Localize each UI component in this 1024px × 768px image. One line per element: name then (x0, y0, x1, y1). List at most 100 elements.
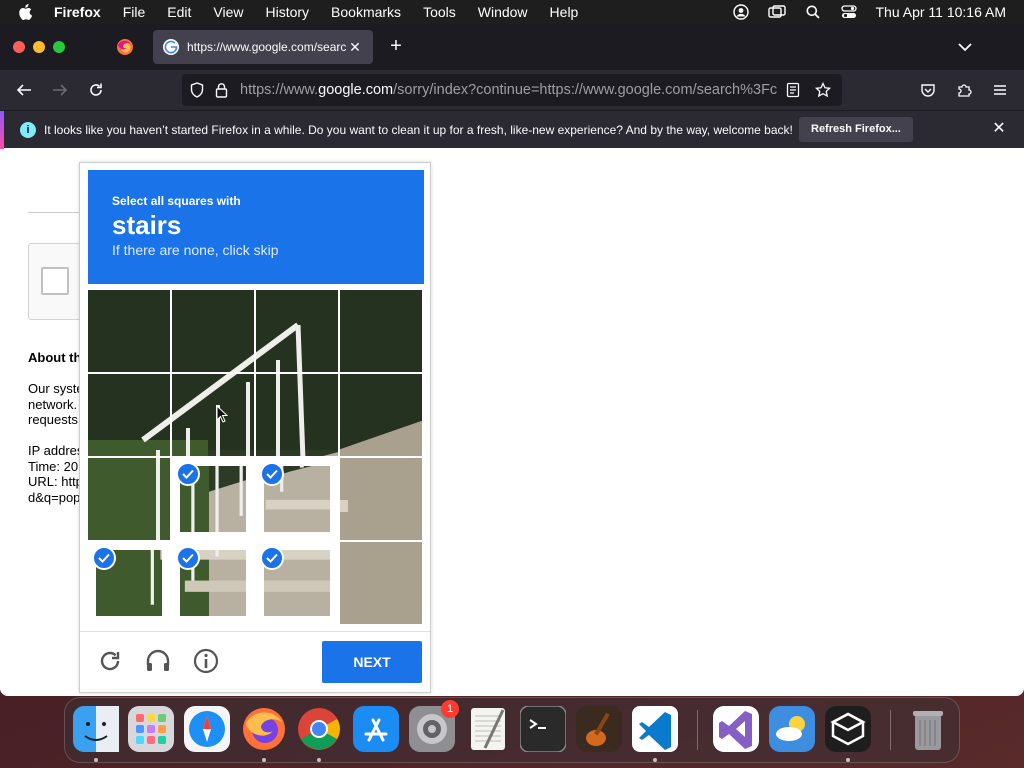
menu-bookmarks[interactable]: Bookmarks (331, 4, 401, 20)
minimize-window-button[interactable] (33, 41, 45, 53)
grid-tile[interactable] (340, 542, 422, 624)
back-button[interactable] (14, 80, 34, 100)
close-window-button[interactable] (13, 41, 25, 53)
grid-tile[interactable] (172, 374, 254, 456)
tile-image (256, 374, 338, 456)
textedit-icon[interactable] (465, 706, 511, 752)
notification-badge: 1 (441, 700, 459, 718)
terminal-icon[interactable] (520, 706, 566, 752)
grid-tile[interactable] (172, 458, 254, 540)
app-menu-hamburger-icon[interactable] (990, 80, 1010, 100)
safari-icon[interactable] (184, 706, 230, 752)
garageband-icon[interactable] (576, 706, 622, 752)
reader-view-icon[interactable] (784, 81, 802, 99)
forward-button[interactable] (50, 80, 70, 100)
tile-selected-check-icon (92, 546, 116, 570)
address-bar[interactable]: https://www.google.com/sorry/index?conti… (182, 74, 842, 106)
lock-icon[interactable] (212, 81, 230, 99)
finder-icon[interactable] (73, 706, 119, 752)
menu-app-firefox[interactable]: Firefox (54, 4, 101, 20)
bookmark-star-icon[interactable] (814, 81, 832, 99)
menu-edit[interactable]: Edit (167, 4, 191, 20)
notification-text: It looks like you haven’t started Firefo… (44, 122, 793, 137)
close-tab-icon[interactable]: ✕ (347, 39, 363, 55)
grid-tile[interactable] (172, 542, 254, 624)
tile-image (340, 542, 422, 624)
grid-tile[interactable] (256, 542, 338, 624)
challenge-instruction: Select all squares with (112, 194, 241, 208)
grid-tile[interactable] (256, 458, 338, 540)
cube-app-icon[interactable] (825, 706, 871, 752)
tile-image (340, 290, 422, 372)
menubar-clock[interactable]: Thu Apr 11 10:16 AM (876, 4, 1007, 20)
grid-tile[interactable] (172, 290, 254, 372)
grid-tile[interactable] (340, 458, 422, 540)
grid-tile[interactable] (340, 374, 422, 456)
menu-view[interactable]: View (213, 4, 243, 20)
grid-tile[interactable] (256, 290, 338, 372)
apple-menu-icon[interactable] (14, 1, 36, 23)
reload-button[interactable] (86, 80, 106, 100)
menu-tools[interactable]: Tools (423, 4, 456, 20)
grid-tile[interactable] (340, 290, 422, 372)
spotlight-search-icon[interactable] (804, 3, 822, 21)
tile-selected-check-icon (260, 462, 284, 486)
visual-studio-icon[interactable] (713, 706, 759, 752)
app-store-icon[interactable] (353, 706, 399, 752)
tab-google-search[interactable]: https://www.google.com/search? ✕ (153, 30, 373, 64)
url-path: /sorry/index?continue=https://www.google… (393, 82, 778, 98)
close-notification-icon[interactable]: ✕ (992, 121, 1006, 137)
chrome-icon[interactable] (296, 706, 342, 752)
tile-image (172, 290, 254, 372)
menu-history[interactable]: History (265, 4, 309, 20)
menu-file[interactable]: File (123, 4, 146, 20)
menu-help[interactable]: Help (550, 4, 579, 20)
google-favicon-icon (163, 39, 179, 55)
vscode-icon[interactable] (632, 706, 678, 752)
challenge-keyword: stairs (112, 210, 182, 240)
url-prefix: https://www. (240, 82, 319, 98)
refresh-firefox-notification: i It looks like you haven’t started Fire… (0, 110, 1024, 149)
about-text: Our syste network. requests IP addres Ti… (28, 381, 84, 505)
launchpad-icon[interactable] (128, 706, 174, 752)
running-app-indicator (317, 758, 321, 762)
grid-tile[interactable] (88, 542, 170, 624)
notification-accent-bar (0, 111, 4, 149)
running-app-indicator (653, 758, 657, 762)
next-button[interactable]: NEXT (322, 641, 422, 683)
new-tab-button[interactable]: + (386, 36, 406, 56)
extensions-puzzle-icon[interactable] (954, 80, 974, 100)
zoom-window-button[interactable] (53, 41, 65, 53)
user-account-icon[interactable] (732, 3, 750, 21)
tile-selected-check-icon (176, 546, 200, 570)
tracking-protection-shield-icon[interactable] (188, 81, 206, 99)
screen-mirroring-icon[interactable] (767, 3, 786, 21)
info-icon: i (20, 121, 36, 138)
pocket-icon[interactable] (918, 80, 938, 100)
grid-tile[interactable] (256, 374, 338, 456)
system-settings-icon[interactable]: 1 (409, 700, 459, 752)
grid-tile[interactable] (88, 290, 170, 372)
trash-icon[interactable] (905, 706, 951, 752)
recaptcha-checkbox[interactable] (41, 267, 69, 295)
info-help-icon[interactable] (192, 647, 220, 675)
grid-tile[interactable] (88, 458, 170, 540)
refresh-firefox-button[interactable]: Refresh Firefox... (799, 117, 913, 142)
firefox-view-icon[interactable] (116, 38, 134, 56)
tab-list-chevron-icon[interactable] (956, 38, 974, 56)
weather-icon[interactable] (769, 706, 815, 752)
tile-image (172, 374, 254, 456)
tile-selected-check-icon (260, 546, 284, 570)
audio-challenge-headphones-icon[interactable] (144, 647, 172, 675)
grid-tile[interactable] (88, 374, 170, 456)
menu-window[interactable]: Window (478, 4, 528, 20)
reload-challenge-icon[interactable] (96, 647, 124, 675)
tile-selected-check-icon (176, 462, 200, 486)
control-center-icon[interactable] (840, 3, 858, 21)
navigation-toolbar: https://www.google.com/sorry/index?conti… (0, 70, 1024, 110)
dock-separator (697, 710, 698, 750)
menu-bar: Firefox File Edit View History Bookmarks… (0, 0, 1024, 24)
url-text[interactable]: https://www.google.com/sorry/index?conti… (240, 82, 778, 98)
firefox-icon[interactable] (241, 706, 287, 752)
about-heading: About th (28, 350, 82, 365)
